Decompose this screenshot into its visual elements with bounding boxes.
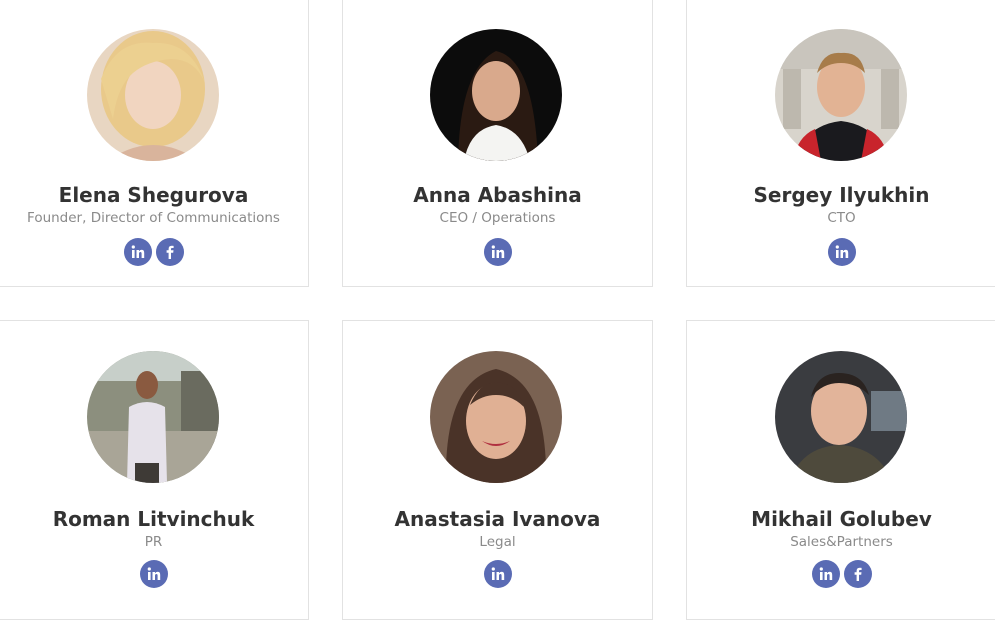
avatar bbox=[87, 29, 219, 161]
member-name: Roman Litvinchuk bbox=[52, 507, 255, 531]
avatar bbox=[87, 351, 219, 483]
linkedin-icon bbox=[491, 567, 504, 580]
member-role: Sales&Partners bbox=[790, 534, 893, 550]
social-links bbox=[343, 238, 652, 266]
avatar bbox=[430, 29, 562, 161]
portrait-photo bbox=[775, 351, 907, 483]
linkedin-link[interactable] bbox=[827, 238, 856, 266]
facebook-icon bbox=[166, 245, 174, 259]
member-role: CTO bbox=[827, 210, 856, 226]
social-links bbox=[0, 238, 308, 266]
linkedin-link[interactable] bbox=[483, 560, 512, 588]
linkedin-icon bbox=[819, 567, 832, 580]
avatar bbox=[775, 351, 907, 483]
facebook-link[interactable] bbox=[843, 560, 872, 588]
social-links bbox=[343, 560, 652, 588]
facebook-link[interactable] bbox=[155, 238, 184, 266]
facebook-icon bbox=[854, 567, 862, 581]
linkedin-link[interactable] bbox=[811, 560, 840, 588]
team-card: Anastasia Ivanova Legal bbox=[342, 320, 653, 620]
team-card: Mikhail Golubev Sales&Partners bbox=[686, 320, 995, 620]
portrait-photo bbox=[87, 351, 219, 483]
linkedin-icon bbox=[835, 245, 848, 258]
team-card: Roman Litvinchuk PR bbox=[0, 320, 309, 620]
member-role: PR bbox=[144, 534, 163, 550]
member-name: Anna Abashina bbox=[413, 183, 582, 207]
team-card: Anna Abashina CEO / Operations bbox=[342, 0, 653, 287]
member-name: Sergey Ilyukhin bbox=[753, 183, 930, 207]
member-name: Elena Shegurova bbox=[58, 183, 249, 207]
linkedin-link[interactable] bbox=[123, 238, 152, 266]
portrait-photo bbox=[430, 351, 562, 483]
team-card: Elena Shegurova Founder, Director of Com… bbox=[0, 0, 309, 287]
linkedin-icon bbox=[491, 245, 504, 258]
member-role: Legal bbox=[479, 534, 516, 550]
member-name: Anastasia Ivanova bbox=[394, 507, 601, 531]
social-links bbox=[687, 238, 995, 266]
member-role: CEO / Operations bbox=[439, 210, 556, 226]
portrait-photo bbox=[775, 29, 907, 161]
linkedin-link[interactable] bbox=[139, 560, 168, 588]
member-role: Founder, Director of Communications bbox=[27, 210, 280, 226]
linkedin-icon bbox=[131, 245, 144, 258]
portrait-photo bbox=[430, 29, 562, 161]
avatar bbox=[430, 351, 562, 483]
linkedin-link[interactable] bbox=[483, 238, 512, 266]
portrait-photo bbox=[87, 29, 219, 161]
team-card: Sergey Ilyukhin CTO bbox=[686, 0, 995, 287]
avatar bbox=[775, 29, 907, 161]
linkedin-icon bbox=[147, 567, 160, 580]
member-name: Mikhail Golubev bbox=[751, 507, 932, 531]
social-links bbox=[0, 560, 308, 588]
social-links bbox=[687, 560, 995, 588]
